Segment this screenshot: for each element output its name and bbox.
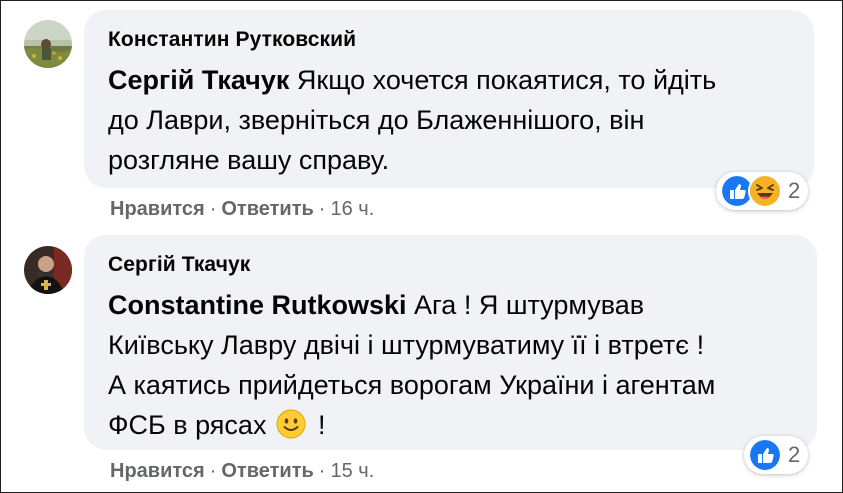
avatar[interactable]	[24, 20, 72, 68]
reaction-count: 2	[788, 442, 801, 467]
comment-text: Сергій Ткачук Якщо хочется покаятися, то…	[108, 60, 792, 180]
comment-author[interactable]: Константин Рутковский	[108, 28, 792, 52]
comment-bubble: Константин Рутковский Сергій Ткачук Якщо…	[84, 10, 814, 188]
reaction-summary[interactable]: 2	[744, 436, 809, 474]
comment-line: !	[310, 410, 326, 440]
separator: ·	[318, 460, 326, 482]
timestamp[interactable]: 16 ч.	[330, 198, 374, 220]
comment-text: Constantine Rutkowski Ага ! Я штурмував …	[108, 285, 795, 445]
like-button[interactable]: Нравится	[110, 460, 205, 482]
timestamp[interactable]: 15 ч.	[330, 460, 374, 482]
reaction-summary[interactable]: 2	[716, 172, 809, 210]
avatar-photo-icon	[24, 20, 72, 68]
reply-button[interactable]: Ответить	[221, 198, 313, 220]
comment-line: А каятись прийдеться ворогам України і а…	[108, 370, 716, 400]
reaction-count: 2	[788, 178, 801, 203]
comment-line: до Лаври, зверніться до Блаженнішого, ві…	[108, 105, 645, 135]
separator: ·	[209, 198, 217, 220]
reply-button[interactable]: Ответить	[221, 460, 313, 482]
comment-actions: Нравится · Ответить · 15 ч.	[110, 459, 374, 483]
smile-emoji-icon	[276, 409, 306, 439]
separator: ·	[209, 460, 217, 482]
comment-line: Ага ! Я штурмував	[406, 290, 645, 320]
comment-line: розгляне вашу справу.	[108, 145, 390, 175]
comment-actions: Нравится · Ответить · 16 ч.	[110, 197, 374, 221]
comment-bubble: Сергій Ткачук Constantine Rutkowski Ага …	[84, 235, 817, 450]
avatar[interactable]	[24, 246, 72, 294]
mention-link[interactable]: Constantine Rutkowski	[108, 290, 407, 320]
comment-line: Якщо хочется покаятися, то йдіть	[289, 65, 717, 95]
mention-link[interactable]: Сергій Ткачук	[108, 65, 289, 95]
comment-author[interactable]: Сергій Ткачук	[108, 253, 795, 277]
separator: ·	[318, 198, 326, 220]
comment-line: Київську Лавру двічі і штурмуватиму її і…	[108, 330, 705, 360]
avatar-photo-icon	[24, 246, 72, 294]
like-icon	[748, 438, 782, 472]
haha-icon	[748, 174, 782, 208]
comment-line: ФСБ в рясах	[108, 410, 267, 440]
like-button[interactable]: Нравится	[110, 198, 205, 220]
